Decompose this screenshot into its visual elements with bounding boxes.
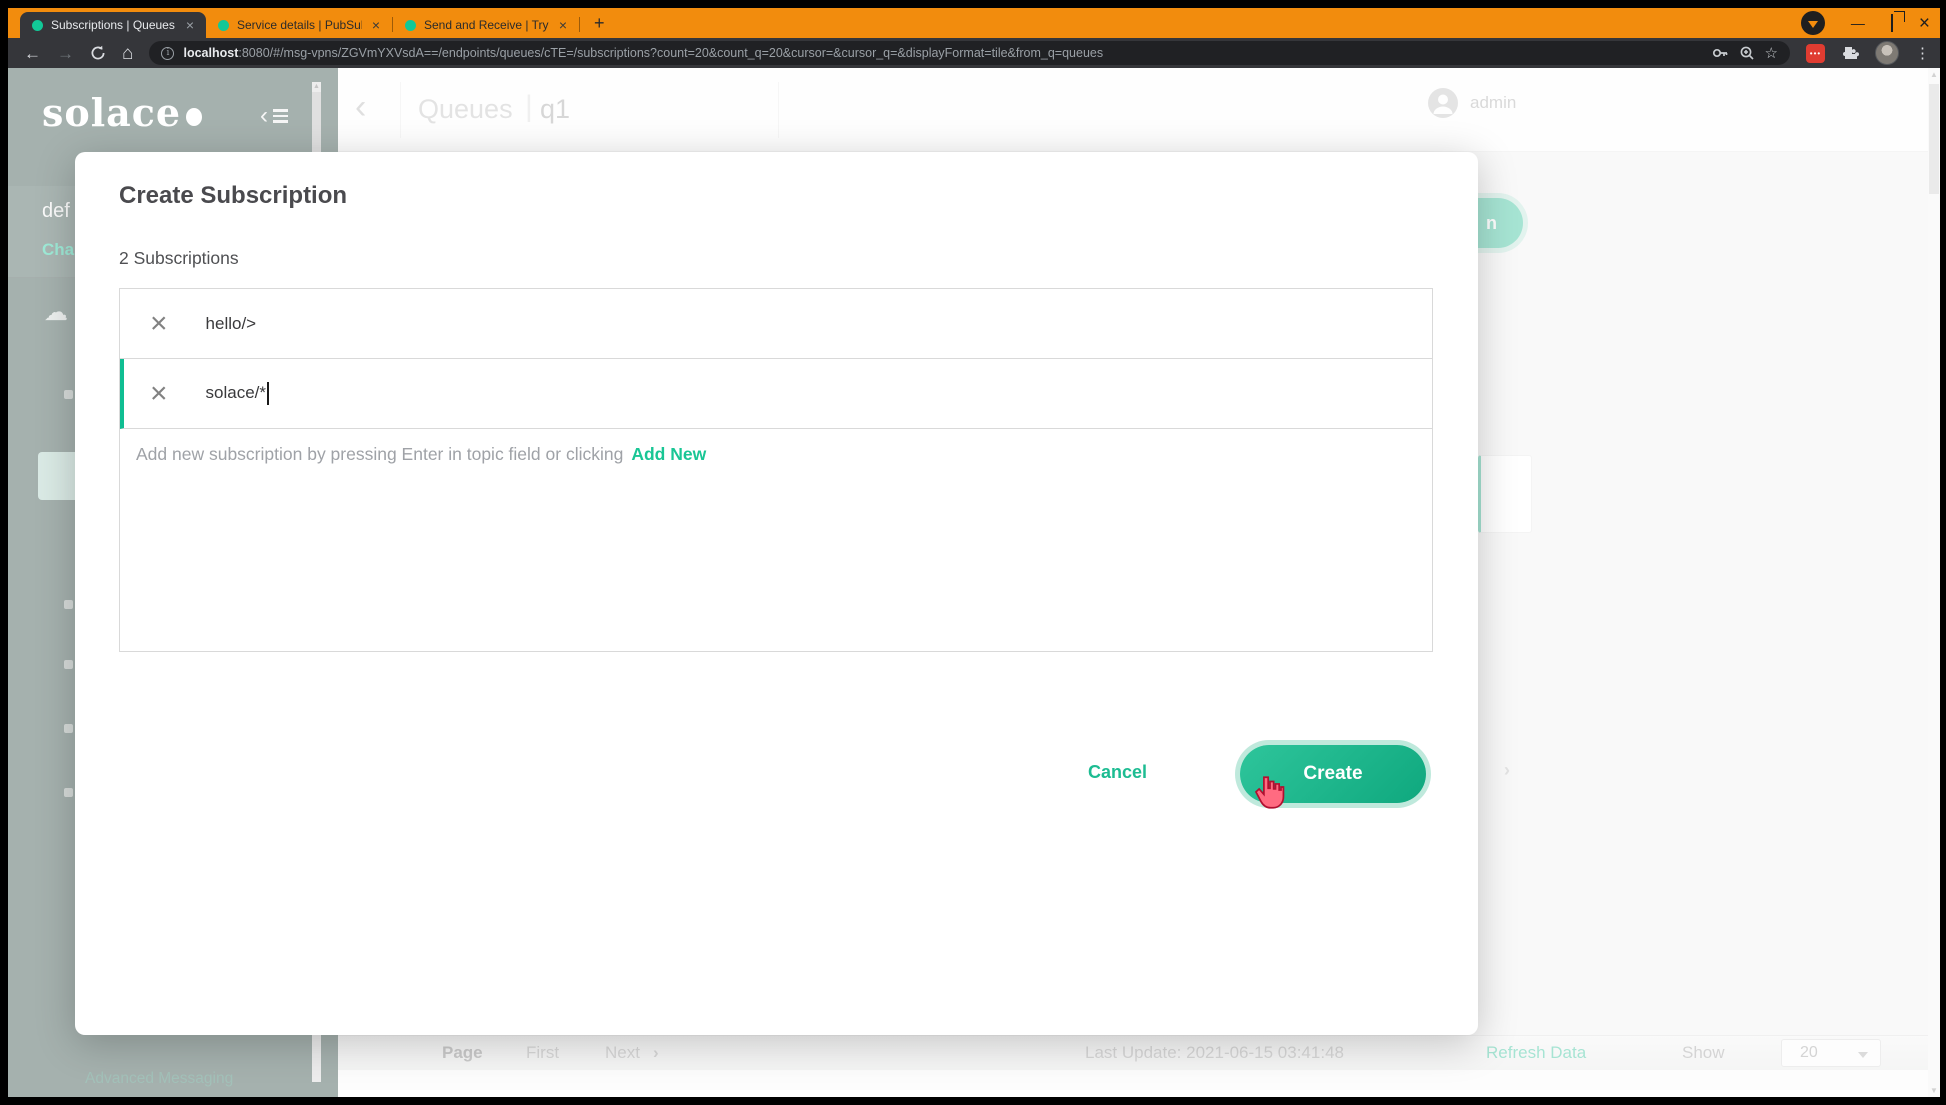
address-bar[interactable]: i localhost:8080/#/msg-vpns/ZGVmYXVsdA==…	[149, 41, 1790, 65]
tab-title: Send and Receive | Try Me!	[424, 18, 549, 32]
tab-title: Service details | PubSub+ Cloud	[237, 18, 362, 32]
maximize-button[interactable]	[1891, 16, 1893, 30]
browser-avatar[interactable]	[1875, 41, 1899, 65]
subscription-topic-input[interactable]: hello/>	[206, 314, 257, 334]
close-window-button[interactable]: ×	[1919, 14, 1930, 33]
url-host: localhost	[183, 46, 238, 60]
new-tab-button[interactable]: +	[594, 13, 605, 34]
url-path: :8080/#/msg-vpns/ZGVmYXVsdA==/endpoints/…	[238, 46, 1103, 60]
zoom-icon[interactable]	[1738, 44, 1756, 62]
reload-icon[interactable]	[90, 45, 106, 61]
browser-toolbar: ← → ⌂ i localhost:8080/#/msg-vpns/ZGVmYX…	[8, 38, 1940, 68]
tab-close-icon[interactable]: ×	[370, 18, 382, 32]
page-info-icon[interactable]: i	[161, 47, 174, 60]
minimize-button[interactable]: —	[1851, 16, 1865, 30]
menu-kebab-icon[interactable]: ⋮	[1915, 44, 1930, 62]
back-icon[interactable]: ←	[24, 45, 41, 62]
mouse-cursor-hand-icon	[1255, 776, 1285, 814]
home-icon[interactable]: ⌂	[122, 44, 133, 63]
app-page: solace ‹ def Cha ☁ Advanced Messaging ▲	[8, 68, 1940, 1097]
bookmark-star-icon[interactable]: ☆	[1765, 44, 1778, 62]
help-text: Add new subscription by pressing Enter i…	[120, 429, 1432, 465]
tab-favicon	[32, 20, 43, 31]
tab-try-me[interactable]: Send and Receive | Try Me! ×	[393, 12, 579, 38]
tab-subscriptions-queues[interactable]: Subscriptions | Queues ×	[20, 12, 206, 38]
subscription-count: 2 Subscriptions	[119, 248, 239, 269]
url-text[interactable]: localhost:8080/#/msg-vpns/ZGVmYXVsdA==/e…	[183, 46, 1701, 60]
remove-subscription-icon[interactable]: ×	[150, 379, 168, 409]
tab-favicon	[405, 20, 416, 31]
modal-title: Create Subscription	[119, 182, 347, 210]
browser-window: Subscriptions | Queues × Service details…	[8, 8, 1940, 1097]
cancel-button[interactable]: Cancel	[1088, 762, 1147, 783]
subscription-topic-input[interactable]: solace/*	[206, 382, 269, 405]
restore-icon	[1891, 14, 1893, 32]
help-text-body: Add new subscription by pressing Enter i…	[136, 444, 623, 464]
topic-text: solace/*	[206, 383, 266, 402]
add-new-link[interactable]: Add New	[631, 444, 706, 464]
tab-title: Subscriptions | Queues	[51, 18, 176, 32]
puzzle-extensions-icon[interactable]	[1841, 44, 1859, 62]
subscription-row[interactable]: × solace/*	[120, 359, 1432, 429]
password-key-icon[interactable]	[1711, 44, 1729, 62]
subscription-list: × hello/> × solace/* Add new subscriptio…	[119, 288, 1433, 652]
profile-chevron-icon[interactable]	[1801, 11, 1825, 35]
tab-separator	[579, 17, 580, 32]
tab-service-details[interactable]: Service details | PubSub+ Cloud ×	[206, 12, 392, 38]
subscription-row[interactable]: × hello/>	[120, 289, 1432, 359]
tab-strip: Subscriptions | Queues × Service details…	[8, 8, 1940, 38]
tab-close-icon[interactable]: ×	[184, 18, 196, 32]
extension-red-icon[interactable]: •••	[1806, 44, 1825, 63]
remove-subscription-icon[interactable]: ×	[150, 309, 168, 339]
text-caret	[267, 382, 269, 405]
tab-close-icon[interactable]: ×	[557, 18, 569, 32]
tab-favicon	[218, 20, 229, 31]
create-subscription-modal: Create Subscription 2 Subscriptions × he…	[75, 152, 1478, 1035]
forward-icon[interactable]: →	[57, 45, 74, 62]
